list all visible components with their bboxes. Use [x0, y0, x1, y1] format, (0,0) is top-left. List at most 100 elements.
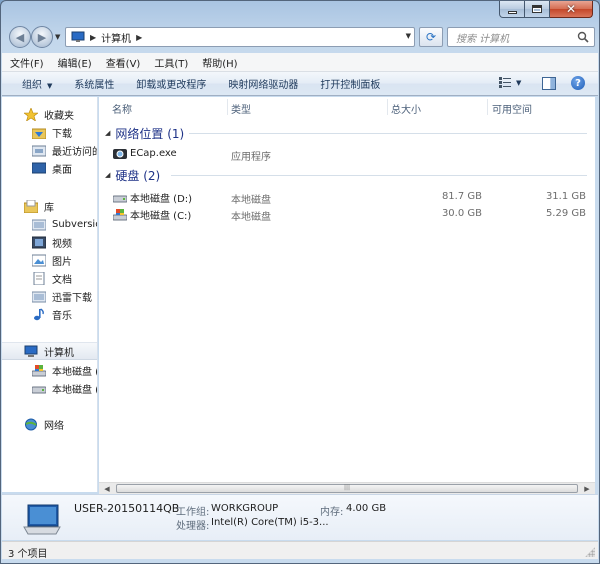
menu-tools[interactable]: 工具(T) [154, 55, 188, 70]
column-headers: 名称 类型 总大小 可用空间 [99, 97, 595, 117]
nav-libraries[interactable]: 库 [23, 197, 54, 215]
column-type[interactable]: 类型 [231, 101, 251, 116]
nav-subversion[interactable]: Subversion [31, 215, 97, 233]
organize-label: 组织 [22, 80, 42, 91]
nav-pictures[interactable]: 图片 [31, 251, 72, 269]
item-count: 3 个项目 [8, 549, 48, 560]
breadcrumb-separator[interactable]: ▶ [136, 33, 142, 42]
group-drives-label: 硬盘 (2) [115, 168, 161, 183]
view-list-icon [499, 77, 511, 88]
menu-file[interactable]: 文件(F) [10, 55, 44, 70]
forward-arrow-icon: ▶ [37, 30, 47, 44]
group-hard-drives[interactable]: ◢ 硬盘 (2) [105, 167, 160, 183]
drive-icon [31, 382, 47, 395]
search-placeholder: 搜索 计算机 [456, 33, 510, 45]
menu-help[interactable]: 帮助(H) [202, 55, 237, 70]
chevron-down-icon: ▼ [516, 78, 522, 87]
preview-pane-button[interactable] [542, 77, 556, 90]
back-button[interactable]: ◀ [9, 26, 31, 48]
libraries-icon [23, 199, 39, 213]
menu-edit[interactable]: 编辑(E) [58, 55, 92, 70]
minimize-icon [507, 10, 517, 14]
computer-icon [23, 504, 61, 535]
address-dropdown[interactable]: ▼ [406, 32, 411, 40]
nav-network[interactable]: 网络 [24, 415, 64, 433]
column-divider[interactable] [387, 99, 388, 115]
nav-desktop[interactable]: 桌面 [31, 159, 72, 177]
minimize-button[interactable] [499, 1, 525, 18]
nav-drive-d-label: 本地磁盘 (D [52, 384, 97, 396]
system-properties-button[interactable]: 系统属性 [74, 76, 114, 91]
maximize-button[interactable] [525, 1, 550, 18]
open-control-panel-button[interactable]: 打开控制面板 [320, 76, 380, 91]
computer-icon [71, 31, 85, 43]
nav-subversion-label: Subversion [52, 218, 97, 230]
group-divider [189, 133, 587, 134]
maximize-icon [532, 5, 542, 13]
refresh-button[interactable]: ⟳ [419, 27, 443, 47]
item-total-size: 30.0 GB [441, 208, 482, 219]
computer-name: USER-20150114QB [74, 502, 180, 515]
column-name[interactable]: 名称 [112, 101, 132, 116]
forward-button[interactable]: ▶ [31, 26, 53, 48]
nav-recent-places[interactable]: 最近访问的 [31, 141, 97, 159]
nav-network-label: 网络 [44, 420, 64, 432]
refresh-icon: ⟳ [425, 30, 437, 44]
music-note-icon [32, 307, 46, 321]
nav-videos[interactable]: 视频 [31, 233, 72, 251]
menu-view[interactable]: 查看(V) [106, 55, 141, 70]
nav-favorites-label: 收藏夹 [44, 110, 74, 122]
search-icon [577, 31, 589, 43]
nav-favorites[interactable]: 收藏夹 [23, 105, 74, 123]
list-item[interactable]: 本地磁盘 (C:) 本地磁盘 30.0 GB 5.29 GB [99, 205, 595, 223]
column-free-space[interactable]: 可用空间 [492, 101, 532, 116]
change-view-button[interactable]: ▼ [499, 77, 521, 88]
nav-drive-d[interactable]: 本地磁盘 (D [31, 379, 97, 397]
scroll-left-icon[interactable]: ◀ [99, 483, 115, 494]
scroll-right-icon[interactable]: ▶ [579, 483, 595, 494]
item-name: 本地磁盘 (D:) [112, 190, 192, 205]
processor-value: Intel(R) Core(TM) i5-3... [211, 517, 329, 528]
item-type: 本地磁盘 [231, 212, 271, 223]
breadcrumb-computer[interactable]: 计算机 [101, 30, 131, 45]
close-button[interactable]: ✕ [550, 1, 593, 18]
recent-pages-dropdown[interactable]: ▼ [55, 33, 60, 41]
downloads-folder-icon [31, 126, 47, 139]
horizontal-scrollbar[interactable]: ◀ ||| ▶ [99, 482, 595, 494]
item-name: ECap.exe [113, 147, 177, 160]
nav-videos-label: 视频 [52, 238, 72, 250]
command-bar: 组织 ▼ 系统属性 卸载或更改程序 映射网络驱动器 打开控制面板 ▼ ? [2, 72, 598, 96]
close-icon: ✕ [565, 2, 577, 16]
nav-drive-c[interactable]: 本地磁盘 (C [31, 361, 97, 379]
documents-icon [32, 271, 46, 285]
help-button[interactable]: ? [571, 76, 585, 90]
address-bar[interactable]: ▶ 计算机 ▶ ▼ [65, 27, 415, 47]
nav-downloads-label: 下载 [52, 128, 72, 140]
nav-thunder-downloads[interactable]: 迅雷下载 [31, 287, 92, 305]
drive-icon [112, 191, 128, 204]
organize-button[interactable]: 组织 ▼ [22, 76, 52, 91]
map-network-drive-button[interactable]: 映射网络驱动器 [228, 76, 298, 91]
collapse-triangle-icon: ◢ [105, 171, 111, 179]
uninstall-program-button[interactable]: 卸载或更改程序 [136, 76, 206, 91]
processor-label: 处理器: [176, 521, 210, 532]
nav-computer[interactable]: 计算机 [2, 342, 97, 360]
list-item[interactable]: ECap.exe 应用程序 [99, 145, 595, 163]
resize-grip[interactable] [585, 547, 595, 557]
breadcrumb-separator[interactable]: ▶ [90, 33, 96, 42]
column-divider[interactable] [227, 99, 228, 115]
column-divider[interactable] [487, 99, 488, 115]
search-input[interactable]: 搜索 计算机 [447, 27, 595, 47]
system-drive-icon [31, 364, 47, 377]
library-folder-icon [31, 290, 47, 303]
scrollbar-thumb[interactable]: ||| [116, 484, 578, 493]
nav-music[interactable]: 音乐 [32, 305, 72, 323]
navigation-pane: 收藏夹 下载 最近访问的 桌面 库 Subversion 视频 图片 [2, 97, 98, 492]
workgroup-value: WORKGROUP [211, 503, 279, 514]
collapse-triangle-icon: ◢ [105, 129, 111, 137]
group-network-locations[interactable]: ◢ 网络位置 (1) [105, 125, 184, 141]
nav-documents[interactable]: 文档 [32, 269, 72, 287]
column-total-size[interactable]: 总大小 [391, 101, 421, 116]
list-item[interactable]: 本地磁盘 (D:) 本地磁盘 81.7 GB 31.1 GB [99, 188, 595, 206]
nav-downloads[interactable]: 下载 [31, 123, 72, 141]
